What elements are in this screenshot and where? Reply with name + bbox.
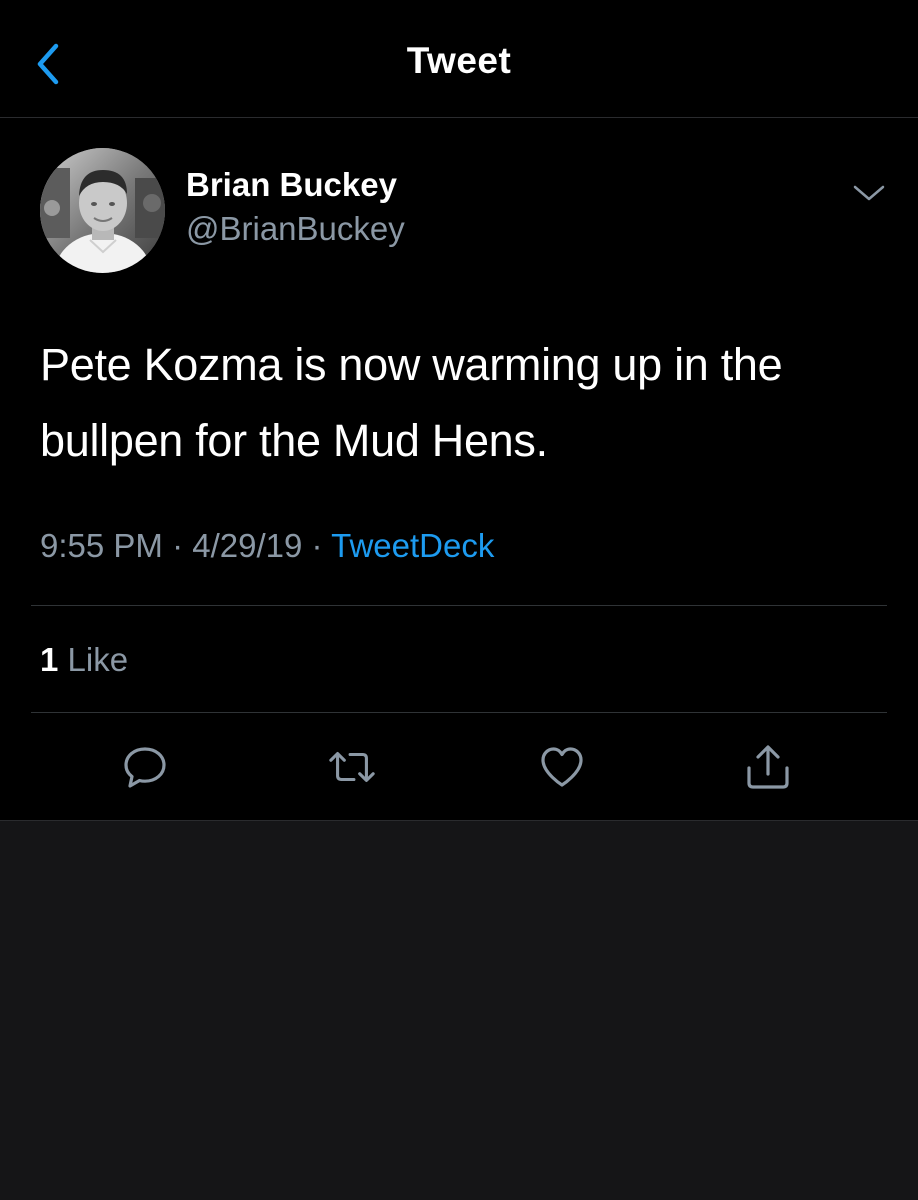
retweet-button[interactable] — [327, 742, 377, 792]
reply-button[interactable] — [120, 742, 170, 792]
tweet-text: Pete Kozma is now warming up in the bull… — [40, 339, 783, 466]
profile-photo — [40, 148, 165, 273]
navigation-bar: Tweet — [0, 0, 918, 118]
likes-label: Like — [67, 641, 129, 678]
tweet-time: 9:55 PM — [40, 527, 163, 564]
like-button[interactable] — [537, 742, 587, 792]
retweet-icon — [329, 752, 375, 782]
likes-count[interactable]: 1 Like — [40, 641, 128, 679]
meta-separator: · — [172, 527, 184, 564]
author-display-name[interactable]: Brian Buckey — [186, 166, 397, 204]
page-title: Tweet — [406, 40, 512, 81]
tweet-menu-button[interactable] — [849, 178, 889, 208]
heart-icon — [541, 747, 583, 787]
avatar[interactable] — [40, 148, 165, 273]
likes-number: 1 — [40, 641, 59, 678]
tweet-meta: 9:55 PM · 4/29/19 · TweetDeck — [40, 527, 494, 565]
meta-separator: · — [311, 527, 323, 564]
divider — [31, 712, 887, 713]
tweet-source-link[interactable]: TweetDeck — [331, 527, 494, 564]
author-handle[interactable]: @BrianBuckey — [186, 210, 405, 248]
share-icon — [747, 745, 789, 789]
share-button[interactable] — [743, 742, 793, 792]
divider — [31, 605, 887, 606]
tweet-date: 4/29/19 — [192, 527, 303, 564]
chevron-down-icon — [853, 185, 885, 201]
tweet-panel: Tweet Brian Buckey @BrianBuckey Pete Koz… — [0, 0, 918, 821]
tweet-detail-screen: Tweet Brian Buckey @BrianBuckey Pete Koz… — [0, 0, 918, 1200]
speech-bubble-icon — [124, 747, 166, 788]
